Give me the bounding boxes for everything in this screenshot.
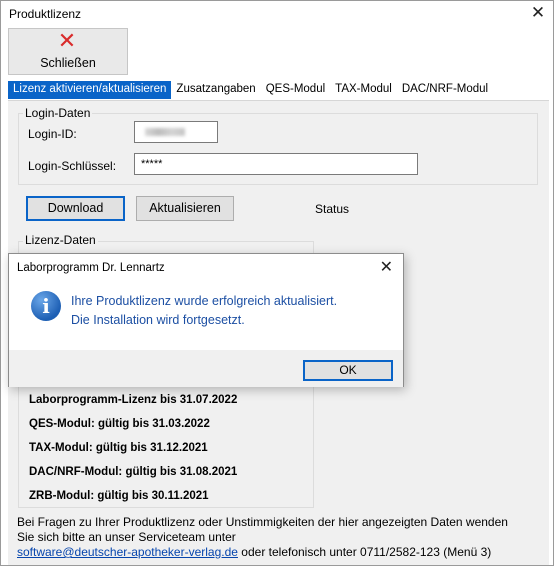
close-toolbar-label: Schließen (40, 56, 96, 70)
redacted-login-id (145, 128, 185, 136)
info-icon: i (31, 291, 61, 321)
product-license-window: Produktlizenz ✕ ✕ Schließen Lizenz aktiv… (0, 0, 554, 566)
login-id-field[interactable] (134, 121, 218, 143)
window-title: Produktlizenz (9, 7, 82, 21)
license-data-caption: Lizenz-Daten (23, 233, 98, 247)
login-id-label: Login-ID: (28, 127, 77, 141)
download-button[interactable]: Download (26, 196, 125, 221)
close-x-icon: ✕ (57, 28, 77, 53)
support-email-link[interactable]: software@deutscher-apotheker-verlag.de (17, 545, 238, 559)
license-line-dac-nrf: DAC/NRF-Modul: gültig bis 31.08.2021 (29, 466, 238, 478)
license-line-tax: TAX-Modul: gültig bis 31.12.2021 (29, 442, 208, 454)
tab-license-activate[interactable]: Lizenz aktivieren/aktualisieren (8, 81, 172, 99)
tab-additional-info[interactable]: Zusatzangaben (171, 81, 260, 99)
tab-tax-module[interactable]: TAX-Modul (330, 81, 397, 99)
support-phone-text: oder telefonisch unter 0711/2582-123 (Me… (237, 545, 492, 559)
login-group-caption: Login-Daten (23, 106, 93, 120)
dialog-message: Ihre Produktlizenz wurde erfolgreich akt… (71, 292, 337, 330)
dialog-close-icon[interactable]: ✕ (380, 257, 393, 277)
update-button[interactable]: Aktualisieren (136, 196, 234, 221)
window-titlebar: Produktlizenz ✕ (1, 1, 553, 27)
success-dialog: Laborprogramm Dr. Lennartz ✕ i Ihre Prod… (8, 253, 404, 387)
support-text-line2: Sie sich bitte an unser Serviceteam unte… (17, 530, 236, 544)
tab-qes-module[interactable]: QES-Modul (261, 81, 330, 99)
support-text-line1: Bei Fragen zu Ihrer Produktlizenz oder U… (17, 515, 508, 529)
close-toolbar-button[interactable]: ✕ Schließen (8, 28, 128, 75)
dialog-button-bar: OK (9, 350, 403, 387)
dialog-title: Laborprogramm Dr. Lennartz (17, 262, 165, 274)
status-label: Status (315, 202, 350, 216)
dialog-message-line2: Die Installation wird fortgesetzt. (71, 313, 245, 327)
tab-dac-nrf-module[interactable]: DAC/NRF-Modul (397, 81, 493, 99)
tab-strip: Lizenz aktivieren/aktualisieren Zusatzan… (8, 81, 493, 101)
dialog-message-line1: Ihre Produktlizenz wurde erfolgreich akt… (71, 294, 338, 308)
license-line-qes: QES-Modul: gültig bis 31.03.2022 (29, 418, 210, 430)
license-lines: Laborprogramm-Lizenz bis 31.07.2022 QES-… (29, 394, 237, 514)
login-key-label: Login-Schlüssel: (28, 159, 117, 173)
window-close-icon[interactable]: ✕ (529, 3, 547, 23)
support-text-line3: software@deutscher-apotheker-verlag.de o… (17, 545, 547, 560)
support-info: Bei Fragen zu Ihrer Produktlizenz oder U… (17, 515, 547, 560)
ok-button[interactable]: OK (303, 360, 393, 381)
license-line-zrb: ZRB-Modul: gültig bis 30.11.2021 (29, 490, 209, 502)
license-line-labprogram: Laborprogramm-Lizenz bis 31.07.2022 (29, 394, 238, 406)
login-key-field[interactable]: ***** (134, 153, 418, 175)
